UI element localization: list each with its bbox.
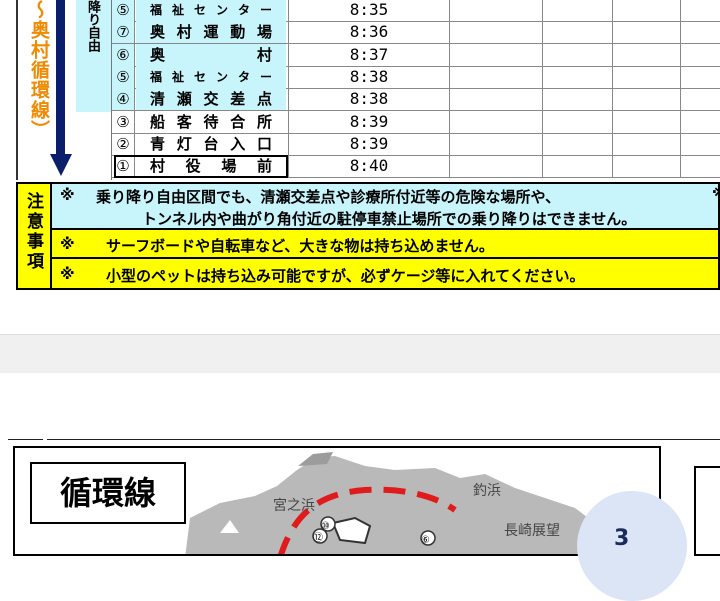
free-boarding-label: 降り自由: [85, 0, 100, 52]
notes-label-cell: 注意事項: [16, 182, 52, 290]
grid-line: [449, 65, 450, 88]
note-mark: ※: [60, 265, 75, 283]
schedule-table: 〜奥村循環線） 降り自由 ⑤ 福祉センター 8:35 ⑦ 奥村運動場 8:36 ⑥ 奥 村 8:…: [0, 0, 720, 180]
floating-action-button[interactable]: 3: [577, 491, 687, 601]
departure-time: 8:36: [288, 21, 449, 44]
stop-row: ② 青灯台入口 8:39: [112, 132, 720, 156]
grid-line: [542, 65, 543, 88]
departure-time: 8:35: [288, 0, 449, 21]
note-row: ※ サーフボードや自転車など、大きな物は持ち込めません。: [50, 228, 720, 259]
stop-row: ⑥奥 村 8:37: [112, 43, 720, 67]
overflow-note-mark: ※: [712, 184, 720, 202]
grid-line: [680, 88, 681, 111]
grid-line: [542, 132, 543, 155]
stop-row: ③ 船客待合所 8:39: [112, 110, 720, 134]
grid-line: [542, 21, 543, 44]
grid-line: [612, 0, 613, 21]
section-divider-band: [0, 334, 720, 373]
stop-row: ⑤ 福祉センター 8:38: [112, 65, 720, 89]
stop-name: 奥 村: [136, 43, 286, 66]
stop-name: 清瀬交差点: [136, 88, 286, 111]
final-stop-highlight: [114, 155, 288, 178]
note-text-continued: トンネル内や曲がり角付近の駐停車禁止場所での乗り降りはできません。: [142, 210, 637, 228]
adjacent-map-frame: [694, 466, 720, 556]
stop-number: ⑥: [421, 535, 430, 546]
grid-line: [542, 0, 543, 21]
stop-number: ⑫: [313, 532, 323, 544]
note-text: サーフボードや自転車など、大きな物は持ち込めません。: [106, 237, 494, 255]
note-mark: ※: [60, 186, 75, 204]
stop-number: ⑦: [112, 21, 135, 44]
note-row: ※ 小型のペットは持ち込み可能ですが、必ずケージ等に入れてください。: [50, 257, 720, 290]
grid-line: [449, 110, 450, 133]
stop-row: ⑤ 福祉センター 8:35: [112, 0, 720, 22]
note-mark: ※: [60, 235, 75, 253]
grid-line: [449, 0, 450, 21]
stop-row: ⑦ 奥村運動場 8:36: [112, 21, 720, 45]
note-text: 乗り降り自由区間でも、清瀬交差点や診療所付近等の危険な場所や、: [96, 188, 561, 206]
grid-line: [680, 132, 681, 155]
stop-name: 青灯台入口: [150, 134, 272, 153]
grid-line: [680, 110, 681, 133]
stop-number: ③: [112, 110, 135, 133]
grid-line: [542, 155, 543, 178]
grid-line: [612, 110, 613, 133]
route-name-vertical: 〜奥村循環線）: [28, 0, 50, 140]
grid-line: [542, 110, 543, 133]
grid-line: [612, 21, 613, 44]
grid-line: [680, 65, 681, 88]
grid-line: [680, 43, 681, 66]
grid-line: [680, 155, 681, 178]
direction-arrow-line: [56, 0, 65, 158]
grid-line: [680, 0, 681, 21]
island-shape: [185, 456, 613, 554]
departure-time: 8:37: [288, 43, 449, 66]
note-row: ※ 乗り降り自由区間でも、清瀬交差点や診療所付近等の危険な場所や、 トンネル内や…: [50, 182, 720, 230]
stop-name: 船客待合所: [150, 112, 272, 131]
stop-number: ⑤: [112, 0, 135, 21]
stop-number: ⑤: [112, 65, 135, 88]
departure-time: 8:38: [288, 88, 449, 111]
grid-line: [449, 155, 450, 178]
grid-line: [612, 132, 613, 155]
fab-label: 3: [614, 526, 630, 551]
place-label: 長崎展望: [504, 523, 560, 539]
notes-label: 注意事項: [23, 192, 43, 272]
rule-line: [47, 439, 720, 440]
departure-time: 8:39: [288, 132, 449, 155]
fixed-stop-zone: [76, 112, 112, 180]
grid-line: [449, 132, 450, 155]
departure-time: 8:39: [288, 110, 449, 133]
stop-name: 福祉センター: [136, 65, 286, 88]
rule-line: [8, 439, 43, 440]
departure-time: 8:38: [288, 65, 449, 88]
stop-number: ⑥: [112, 43, 135, 66]
stop-number: ②: [112, 132, 135, 155]
stop-name: 奥村運動場: [136, 21, 286, 44]
grid-line: [542, 43, 543, 66]
place-label: 宮之浜: [273, 498, 315, 514]
grid-line: [612, 65, 613, 88]
note-text: 小型のペットは持ち込み可能ですが、必ずケージ等に入れてください。: [106, 267, 585, 285]
stop-number: ④: [112, 88, 135, 111]
grid-line: [612, 43, 613, 66]
stop-name: 福祉センター: [136, 0, 286, 21]
departure-time: 8:40: [288, 155, 449, 178]
grid-line: [612, 155, 613, 178]
notes-table: 注意事項 ※ 乗り降り自由区間でも、清瀬交差点や診療所付近等の危険な場所や、 ト…: [16, 182, 720, 290]
stop-row: ④ 清瀬交差点 8:38: [112, 88, 720, 112]
grid-line: [612, 88, 613, 111]
grid-line: [542, 88, 543, 111]
place-label: 釣浜: [473, 483, 501, 499]
grid-line: [449, 21, 450, 44]
grid-line: [449, 43, 450, 66]
map-title: 循環線: [30, 462, 186, 524]
grid-line: [449, 88, 450, 111]
grid-line: [680, 21, 681, 44]
down-arrow-icon: [50, 154, 72, 176]
